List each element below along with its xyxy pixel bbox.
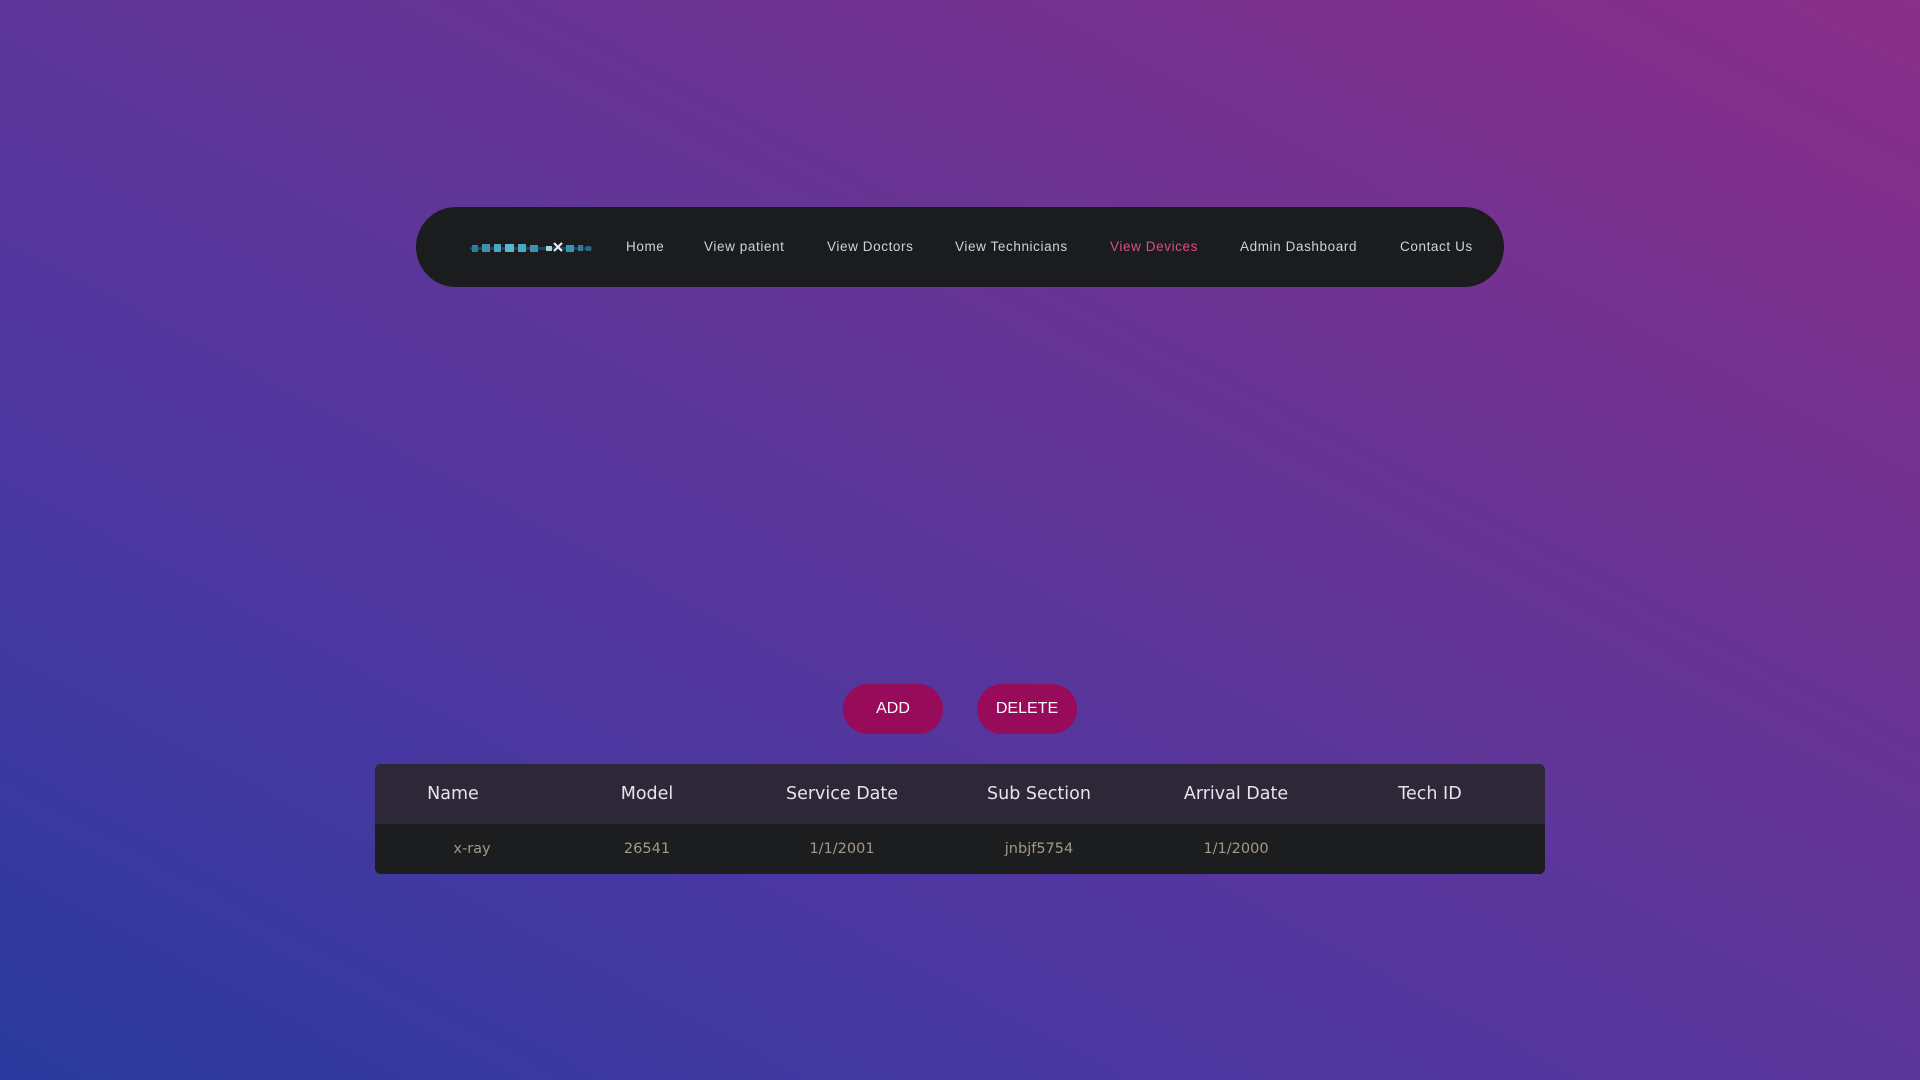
table-row[interactable]: x-ray 26541 1/1/2001 jnbjf5754 1/1/2000 (375, 824, 1545, 874)
cell-service-date: 1/1/2001 (809, 841, 875, 857)
nav-link-view-technicians[interactable]: View Technicians (955, 207, 1068, 287)
header-arrival-date: Arrival Date (1183, 784, 1289, 804)
add-button[interactable]: ADD (843, 684, 943, 734)
header-tech-id: Tech ID (1398, 784, 1462, 804)
nav-link-view-patient[interactable]: View patient (704, 207, 785, 287)
nav-link-contact-us[interactable]: Contact Us (1400, 207, 1473, 287)
nav-link-admin-dashboard[interactable]: Admin Dashboard (1240, 207, 1357, 287)
header-service-date: Service Date (785, 784, 899, 804)
cell-name: x-ray (453, 841, 491, 857)
cell-sub-section: jnbjf5754 (1004, 841, 1074, 857)
cell-arrival-date: 1/1/2000 (1203, 841, 1269, 857)
header-sub-section: Sub Section (987, 784, 1091, 804)
header-model: Model (620, 784, 674, 804)
delete-button[interactable]: DELETE (977, 684, 1077, 734)
devices-table: Name Model Service Date Sub Section Arri… (375, 764, 1545, 874)
cell-model: 26541 (623, 841, 671, 857)
header-name: Name (427, 784, 479, 804)
nav-link-home[interactable]: Home (626, 207, 664, 287)
nav-link-view-doctors[interactable]: View Doctors (827, 207, 913, 287)
table-header: Name Model Service Date Sub Section Arri… (375, 764, 1545, 824)
nav-link-view-devices[interactable]: View Devices (1110, 207, 1198, 287)
radiology-logo-icon[interactable] (470, 238, 592, 256)
main-navbar: Home View patient View Doctors View Tech… (416, 207, 1504, 287)
